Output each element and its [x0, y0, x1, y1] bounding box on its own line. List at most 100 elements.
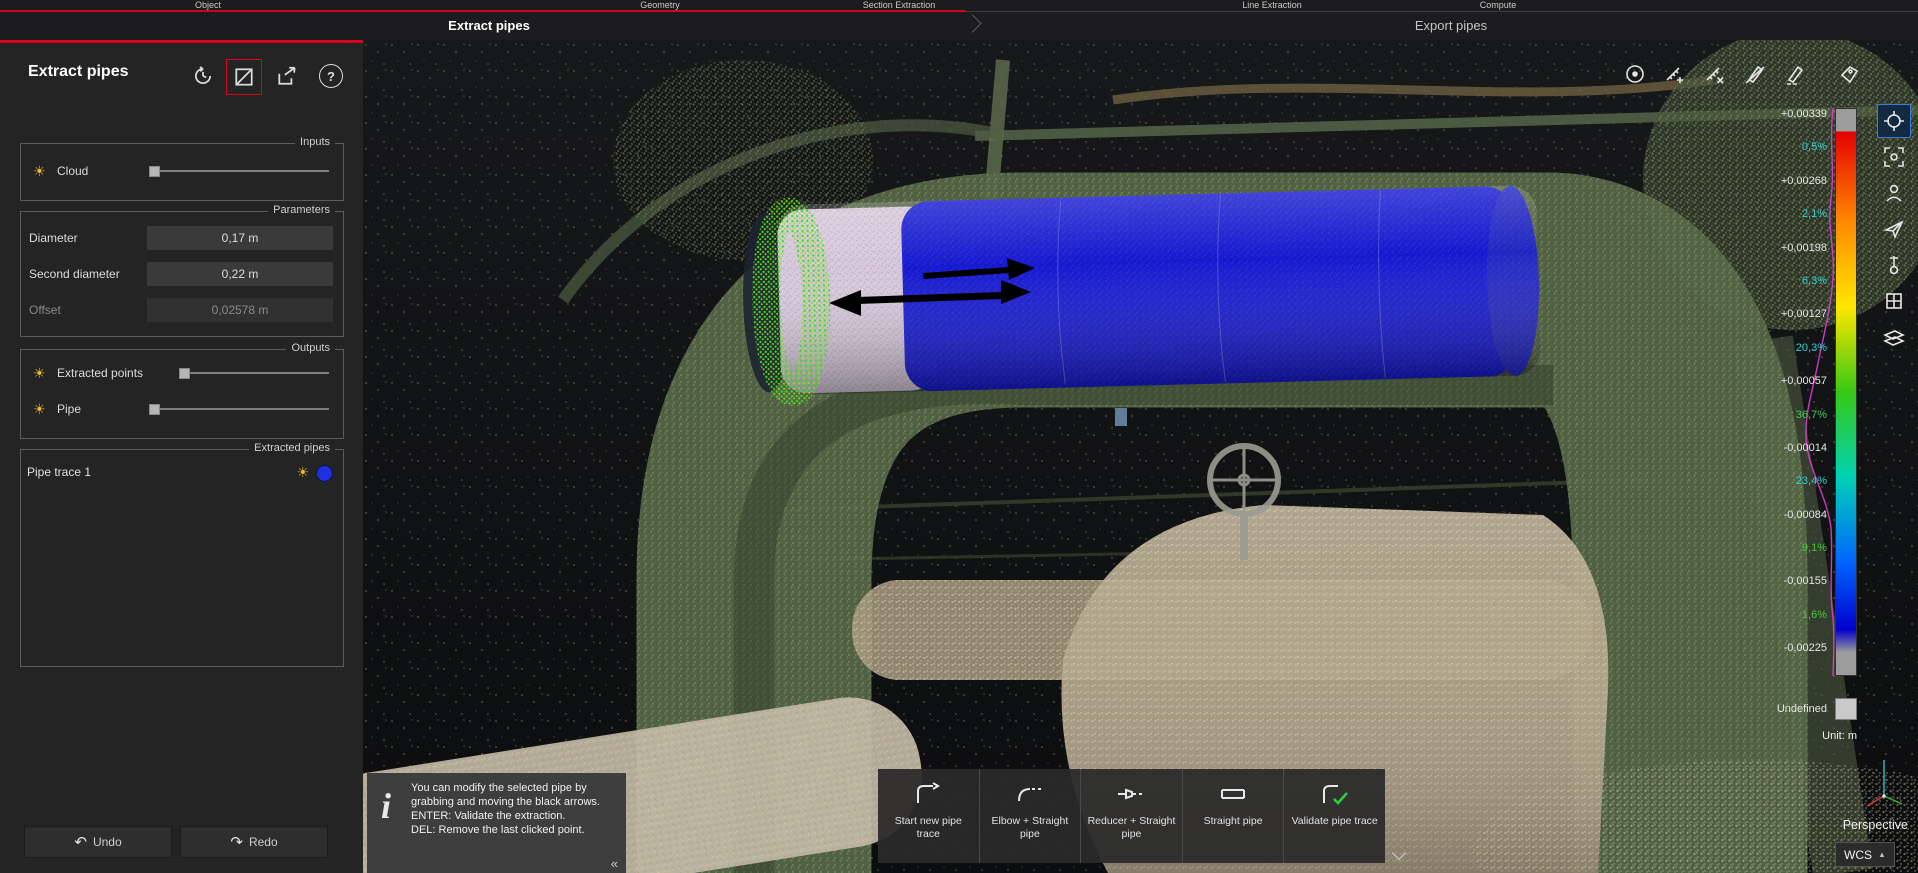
info-icon: i: [381, 799, 391, 813]
axis-triad: [1861, 752, 1907, 808]
extracted-pipes-group: Extracted pipes Pipe trace 1 ☀: [20, 449, 344, 667]
scale-percent: 2,1%: [1723, 198, 1827, 231]
wcs-selector[interactable]: WCS ▲: [1835, 842, 1895, 867]
picking-target-icon: [1883, 110, 1905, 132]
scale-value: +0,00339: [1723, 98, 1827, 131]
straight-pipe-button[interactable]: Straight pipe: [1183, 769, 1285, 863]
reducer-straight-pipe-button[interactable]: Reducer + Straight pipe: [1081, 769, 1183, 863]
workflow-step-line-extraction[interactable]: Line Extraction: [1242, 0, 1302, 11]
inspect-point-button[interactable]: [1620, 59, 1650, 89]
wcs-label: WCS: [1844, 848, 1872, 862]
outputs-group-label: Outputs: [286, 342, 335, 354]
button-label: Straight pipe: [1187, 815, 1279, 828]
ortho-views-button[interactable]: [1877, 284, 1911, 318]
slider-knob[interactable]: [149, 166, 160, 177]
help-button[interactable]: ?: [314, 59, 348, 93]
reset-history-button[interactable]: [186, 59, 220, 93]
slider-knob[interactable]: [179, 368, 190, 379]
extract-pipes-panel: Extract pipes ? Inputs ☀: [0, 40, 363, 873]
redo-button[interactable]: ↷ Redo: [180, 826, 328, 858]
color-scale-labels: +0,00339 0,5% +0,00268 2,1% +0,00198 6,3…: [1723, 98, 1827, 666]
workflow-progress-rest: [966, 11, 1918, 12]
undo-button[interactable]: ↶ Undo: [24, 826, 172, 858]
first-person-view-button[interactable]: [1877, 176, 1911, 210]
measure-remove-button[interactable]: [1700, 59, 1730, 89]
visibility-sun-icon[interactable]: ☀: [33, 164, 46, 178]
plumb-line-button[interactable]: [1877, 248, 1911, 282]
pipe-output-label: Pipe: [57, 402, 81, 416]
clean-annotations-alt-button[interactable]: [1780, 59, 1810, 89]
clean-pen-alt-icon: [1784, 63, 1806, 85]
pipe-trace-toolbar: Start new pipe trace Elbow + Straight pi…: [878, 769, 1385, 863]
extracted-points-label: Extracted points: [57, 366, 143, 380]
scale-value: +0,00268: [1723, 165, 1827, 198]
color-scale-bar[interactable]: [1835, 108, 1857, 676]
fly-mode-button[interactable]: [1877, 212, 1911, 246]
tab-extract-pipes[interactable]: Extract pipes: [448, 13, 530, 39]
label-tag-button[interactable]: [1834, 59, 1864, 89]
hint-text-1: You can modify the selected pipe by grab…: [411, 781, 616, 809]
picking-tool-button[interactable]: [1877, 104, 1911, 138]
clean-pen-icon: [1744, 63, 1766, 85]
undefined-color-swatch[interactable]: [1835, 698, 1857, 720]
pipe-opacity-slider[interactable]: [149, 404, 329, 414]
3d-viewport[interactable]: i You can modify the selected pipe by gr…: [363, 40, 1918, 873]
visibility-sun-icon[interactable]: ☀: [33, 366, 46, 380]
person-icon: [1883, 182, 1905, 204]
scale-percent: 20,3%: [1723, 332, 1827, 365]
collapse-toolbar-button[interactable]: [1391, 846, 1407, 862]
projection-mode-label[interactable]: Perspective: [1843, 818, 1908, 832]
inputs-group: Inputs ☀ Cloud: [20, 143, 344, 201]
parameters-group: Parameters Diameter 0,17 m Second diamet…: [20, 211, 344, 337]
scale-value: -0,00084: [1723, 499, 1827, 532]
application-window: Object Geometry Section Extraction Line …: [0, 0, 1918, 873]
export-icon: [276, 65, 298, 87]
region-selection-button[interactable]: [226, 59, 262, 95]
slider-track: [179, 372, 329, 374]
diameter-field[interactable]: 0,17 m: [147, 226, 333, 250]
scale-value: -0,00014: [1723, 432, 1827, 465]
views-cube-icon: [1883, 290, 1905, 312]
undefined-label: Undefined: [1713, 698, 1827, 720]
redo-icon: ↷: [230, 833, 243, 851]
pipe-color-swatch[interactable]: [316, 465, 333, 482]
orbit-center-button[interactable]: [1877, 140, 1911, 174]
measure-add-button[interactable]: [1660, 59, 1690, 89]
hint-info-box: i You can modify the selected pipe by gr…: [367, 773, 626, 873]
slider-knob[interactable]: [149, 404, 160, 415]
pipe-trace-label: Pipe trace 1: [27, 465, 91, 479]
slider-track: [149, 170, 329, 172]
offset-field: 0,02578 m: [147, 298, 333, 322]
visibility-sun-icon[interactable]: ☀: [33, 402, 46, 416]
export-selection-button[interactable]: [270, 59, 304, 93]
clipping-planes-button[interactable]: [1877, 320, 1911, 354]
pipe-trace-list-item[interactable]: Pipe trace 1 ☀: [27, 460, 337, 484]
region-selection-icon: [233, 66, 255, 88]
panel-title: Extract pipes: [28, 63, 128, 81]
outputs-group: Outputs ☀ Extracted points ☀ Pipe: [20, 349, 344, 439]
scale-percent: 6,3%: [1723, 265, 1827, 298]
extracted-points-slider[interactable]: [179, 368, 329, 378]
history-icon: [192, 65, 214, 87]
measure-add-icon: [1664, 63, 1686, 85]
inputs-group-label: Inputs: [295, 136, 335, 148]
collapse-info-button[interactable]: «: [611, 857, 618, 871]
cloud-opacity-slider[interactable]: [149, 166, 329, 176]
parameters-group-label: Parameters: [268, 204, 335, 216]
workflow-step-compute[interactable]: Compute: [1480, 0, 1517, 11]
elbow-straight-pipe-button[interactable]: Elbow + Straight pipe: [980, 769, 1082, 863]
scale-value: +0,00057: [1723, 365, 1827, 398]
start-new-pipe-trace-button[interactable]: Start new pipe trace: [878, 769, 980, 863]
visibility-sun-icon[interactable]: ☀: [296, 465, 309, 479]
measure-toolbar: [1620, 56, 1864, 92]
clean-annotations-button[interactable]: [1740, 59, 1770, 89]
straight-pipe-icon: [1218, 781, 1248, 807]
slider-track: [149, 408, 329, 410]
unit-label: Unit: m: [1753, 730, 1857, 742]
measure-remove-icon: [1704, 63, 1726, 85]
tab-export-pipes[interactable]: Export pipes: [1415, 13, 1487, 39]
validate-pipe-trace-button[interactable]: Validate pipe trace: [1284, 769, 1385, 863]
second-diameter-field[interactable]: 0,22 m: [147, 262, 333, 286]
scale-percent: 23,4%: [1723, 465, 1827, 498]
button-label: Start new pipe trace: [882, 815, 974, 841]
